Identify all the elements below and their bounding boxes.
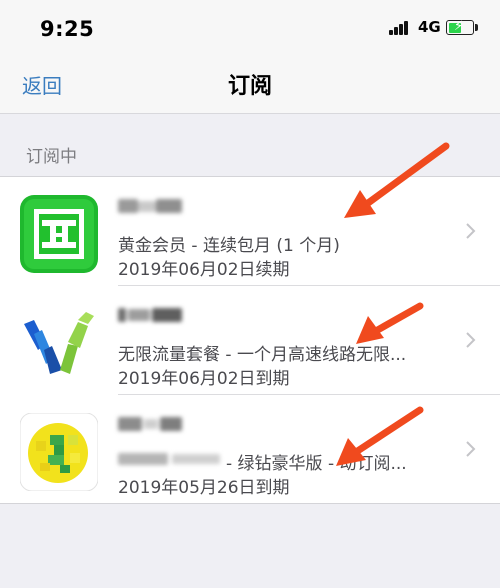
battery-icon: ⚡ [446, 19, 474, 35]
chevron-right-icon [466, 332, 476, 348]
battery-cap [475, 24, 478, 31]
green-reader-app-icon [20, 195, 98, 273]
music-green-diamond-app-icon [20, 413, 98, 491]
app-name-redacted [118, 197, 184, 215]
network-type: 4G [418, 18, 441, 36]
renewal-date: 2019年06月02日续期 [118, 260, 290, 280]
navigation-bar: 返回 订阅 [0, 54, 500, 114]
vpn-v-logo-app-icon [20, 304, 98, 382]
status-bar: 9:25 4G ⚡ [0, 0, 500, 54]
subscription-plan: 黄金会员 - 连续包月 (1 个月) [118, 236, 340, 256]
page-title: 订阅 [227, 74, 272, 99]
expiry-date: 2019年05月26日到期 [118, 478, 290, 498]
cellular-signal-icon [389, 21, 411, 35]
expiry-date: 2019年06月02日到期 [118, 369, 290, 389]
redacted-plan-prefix [118, 451, 222, 467]
subscription-row[interactable]: - 绿钻豪华版 - 动订阅... 2019年05月26日到期 [0, 395, 500, 504]
charging-bolt-icon: ⚡ [454, 19, 464, 34]
subscription-row[interactable]: 黄金会员 - 连续包月 (1 个月) 2019年06月02日续期 [0, 177, 500, 286]
chevron-right-icon [466, 223, 476, 239]
subscription-plan: - 绿钻豪华版 - 动订阅... [226, 454, 407, 474]
subscription-list: 黄金会员 - 连续包月 (1 个月) 2019年06月02日续期 无限流量套餐 … [0, 176, 500, 504]
status-time: 9:25 [40, 17, 95, 41]
section-header-subscribed: 订阅中 [26, 147, 77, 167]
subscription-row[interactable]: 无限流量套餐 - 一个月高速线路无限... 2019年06月02日到期 [0, 286, 500, 395]
app-name-redacted [118, 415, 184, 433]
chevron-right-icon [466, 441, 476, 457]
app-name-redacted [118, 306, 184, 324]
subscription-plan: 无限流量套餐 - 一个月高速线路无限... [118, 345, 407, 365]
